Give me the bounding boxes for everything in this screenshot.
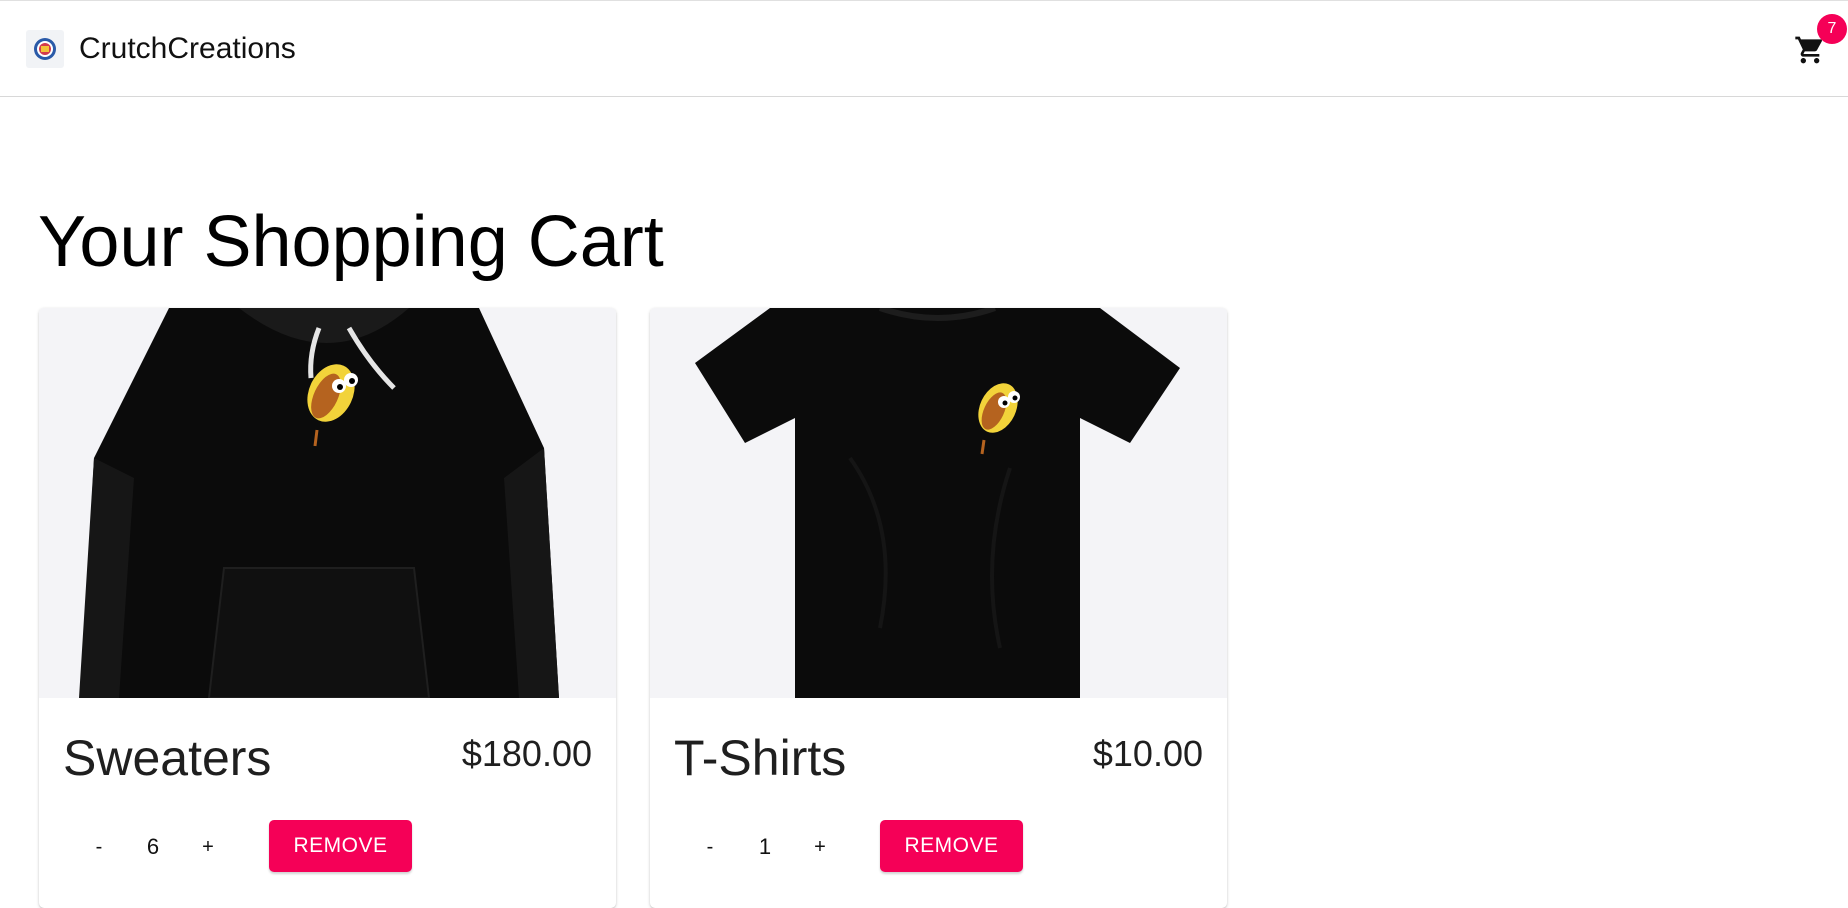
quantity-value: 1 [758, 834, 772, 859]
remove-button[interactable]: REMOVE [269, 820, 412, 872]
brand-logo-icon[interactable] [26, 30, 64, 68]
item-price: $10.00 [1092, 733, 1203, 774]
decrease-quantity-button[interactable]: - [690, 828, 730, 866]
app-bar: CrutchCreations [0, 0, 1848, 97]
item-name: Sweaters [63, 730, 272, 786]
page-title: Your Shopping Cart [38, 202, 664, 282]
cart-count-badge: 7 [1817, 14, 1847, 44]
product-image [650, 308, 1227, 698]
brand-name[interactable]: CrutchCreations [79, 29, 296, 69]
item-name: T-Shirts [674, 730, 847, 786]
cart-item-card: T-Shirts $10.00 [650, 308, 1227, 908]
item-price: $180.00 [461, 733, 592, 774]
quantity-value: 6 [146, 834, 160, 859]
increase-quantity-button[interactable]: + [188, 828, 228, 866]
product-image [39, 308, 616, 698]
increase-quantity-button[interactable]: + [800, 828, 840, 866]
remove-button[interactable]: REMOVE [880, 820, 1023, 872]
cart-item-card: Sweaters $180.00 [39, 308, 616, 908]
decrease-quantity-button[interactable]: - [79, 828, 119, 866]
